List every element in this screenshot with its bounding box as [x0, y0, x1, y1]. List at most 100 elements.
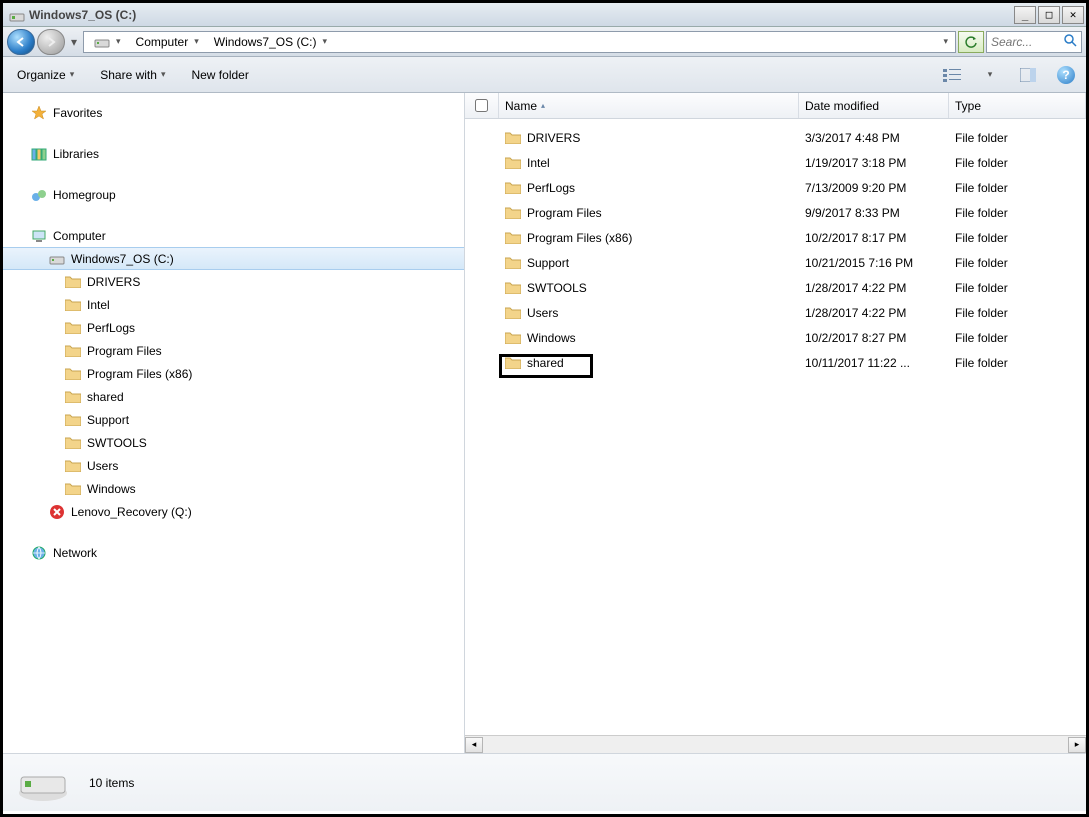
sidebar-drive-q[interactable]: Lenovo_Recovery (Q:) [3, 500, 464, 523]
tree-folder[interactable]: Users [3, 454, 464, 477]
column-type[interactable]: Type [949, 93, 1086, 118]
sort-asc-icon: ▴ [541, 101, 545, 110]
folder-icon [65, 366, 81, 382]
folder-icon [65, 435, 81, 451]
main-area: Favorites Libraries Homegroup Computer [3, 93, 1086, 753]
file-date: 1/28/2017 4:22 PM [799, 281, 949, 295]
file-row[interactable]: Windows10/2/2017 8:27 PMFile folder [465, 325, 1086, 350]
search-icon[interactable] [1063, 33, 1077, 50]
file-row[interactable]: Intel 1/19/2017 3:18 PMFile folder [465, 150, 1086, 175]
sidebar-favorites[interactable]: Favorites [3, 101, 464, 124]
refresh-button[interactable] [958, 31, 984, 53]
file-row[interactable]: PerfLogs 7/13/2009 9:20 PMFile folder [465, 175, 1086, 200]
star-icon [31, 105, 47, 121]
share-with-button[interactable]: Share with ▾ [96, 65, 169, 85]
file-name: PerfLogs [527, 181, 575, 195]
search-box[interactable] [986, 31, 1082, 53]
file-name: SWTOOLS [527, 281, 587, 295]
folder-icon [65, 274, 81, 290]
folder-icon [65, 297, 81, 313]
folder-icon [65, 412, 81, 428]
file-type: File folder [949, 331, 1086, 345]
breadcrumb[interactable]: ▾ Computer▾ Windows7_OS (C:)▾ ▾ [83, 31, 956, 53]
file-date: 7/13/2009 9:20 PM [799, 181, 949, 195]
back-button[interactable] [7, 29, 35, 55]
tree-folder[interactable]: Windows [3, 477, 464, 500]
help-button[interactable]: ? [1056, 65, 1076, 85]
addressbar: ▾ ▾ Computer▾ Windows7_OS (C:)▾ ▾ [3, 27, 1086, 57]
breadcrumb-dropdown[interactable]: ▾ [940, 36, 951, 47]
file-date: 1/19/2017 3:18 PM [799, 156, 949, 170]
close-button[interactable]: ✕ [1062, 6, 1084, 24]
preview-pane-button[interactable] [1018, 65, 1038, 85]
toolbar: Organize ▾ Share with ▾ New folder ▾ ? [3, 57, 1086, 93]
tree-folder[interactable]: Support [3, 408, 464, 431]
libraries-icon [31, 146, 47, 162]
file-type: File folder [949, 156, 1086, 170]
scroll-right-button[interactable]: ▸ [1068, 737, 1086, 753]
breadcrumb-root[interactable]: ▾ [88, 32, 130, 52]
file-type: File folder [949, 181, 1086, 195]
breadcrumb-computer[interactable]: Computer▾ [130, 32, 208, 52]
organize-button[interactable]: Organize ▾ [13, 65, 78, 85]
file-name: Program Files [527, 206, 602, 220]
file-list[interactable]: DRIVERS3/3/2017 4:48 PMFile folderIntel1… [465, 119, 1086, 735]
sidebar-drive-c[interactable]: Windows7_OS (C:) [3, 247, 464, 270]
navigation-pane[interactable]: Favorites Libraries Homegroup Computer [3, 93, 465, 753]
sidebar-homegroup[interactable]: Homegroup [3, 183, 464, 206]
nav-history-dropdown[interactable]: ▾ [67, 29, 81, 55]
tree-folder[interactable]: SWTOOLS [3, 431, 464, 454]
folder-icon [505, 331, 521, 344]
file-name: shared [527, 356, 564, 370]
breadcrumb-drive-c[interactable]: Windows7_OS (C:)▾ [208, 32, 336, 52]
file-row[interactable]: SWTOOLS1/28/2017 4:22 PMFile folder [465, 275, 1086, 300]
tree-folder[interactable]: DRIVERS [3, 270, 464, 293]
column-date[interactable]: Date modified [799, 93, 949, 118]
select-all-checkbox[interactable] [465, 93, 499, 118]
file-type: File folder [949, 356, 1086, 370]
file-row[interactable]: Support10/21/2015 7:16 PMFile folder [465, 250, 1086, 275]
drive-icon [9, 7, 25, 23]
file-date: 10/21/2015 7:16 PM [799, 256, 949, 270]
file-type: File folder [949, 231, 1086, 245]
search-input[interactable] [991, 35, 1063, 49]
file-name: DRIVERS [527, 131, 580, 145]
file-row[interactable]: Program Files (x86)10/2/2017 8:17 PMFile… [465, 225, 1086, 250]
forward-button[interactable] [37, 29, 65, 55]
folder-icon [505, 231, 521, 244]
sidebar-network[interactable]: Network [3, 541, 464, 564]
homegroup-icon [31, 187, 47, 203]
view-options-button[interactable] [942, 65, 962, 85]
drive-large-icon [17, 763, 69, 803]
file-row[interactable]: shared10/11/2017 11:22 ...File folder [465, 350, 1086, 375]
file-date: 10/2/2017 8:17 PM [799, 231, 949, 245]
sidebar-computer[interactable]: Computer [3, 224, 464, 247]
view-dropdown[interactable]: ▾ [980, 65, 1000, 85]
computer-icon [31, 228, 47, 244]
horizontal-scrollbar[interactable]: ◂ ▸ [465, 735, 1086, 753]
column-header: Name ▴ Date modified Type [465, 93, 1086, 119]
new-folder-button[interactable]: New folder [187, 65, 252, 85]
folder-icon [65, 389, 81, 405]
file-type: File folder [949, 256, 1086, 270]
folder-icon [505, 156, 521, 169]
maximize-button[interactable]: □ [1038, 6, 1060, 24]
file-row[interactable]: Program Files9/9/2017 8:33 PMFile folder [465, 200, 1086, 225]
file-row[interactable]: DRIVERS3/3/2017 4:48 PMFile folder [465, 125, 1086, 150]
column-name[interactable]: Name ▴ [499, 93, 799, 118]
file-list-pane: Name ▴ Date modified Type DRIVERS 3/3/201… [465, 93, 1086, 753]
file-row[interactable]: Users1/28/2017 4:22 PMFile folder [465, 300, 1086, 325]
tree-folder[interactable]: Program Files (x86) [3, 362, 464, 385]
tree-folder[interactable]: Program Files [3, 339, 464, 362]
tree-folder[interactable]: shared [3, 385, 464, 408]
tree-folder[interactable]: Intel [3, 293, 464, 316]
file-name: Intel [527, 156, 550, 170]
folder-icon [505, 306, 521, 319]
sidebar-libraries[interactable]: Libraries [3, 142, 464, 165]
tree-folder[interactable]: PerfLogs [3, 316, 464, 339]
folder-icon [65, 481, 81, 497]
scroll-left-button[interactable]: ◂ [465, 737, 483, 753]
minimize-button[interactable]: _ [1014, 6, 1036, 24]
file-date: 3/3/2017 4:48 PM [799, 131, 949, 145]
recovery-drive-icon [49, 504, 65, 520]
